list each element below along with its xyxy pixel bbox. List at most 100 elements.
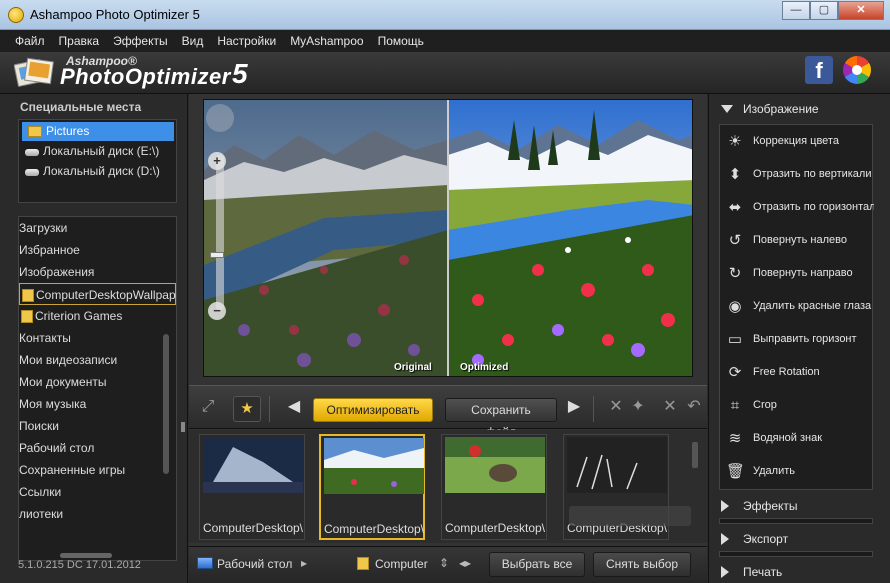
section-print-header[interactable]: Печать (709, 559, 890, 583)
tool-rotate-left[interactable]: ↺ Повернуть налево (720, 224, 874, 257)
tree-item-label: Контакты (19, 331, 71, 345)
thumbnail-scrollbar[interactable] (692, 442, 698, 468)
menu-bar: Файл Правка Эффекты Вид Настройки MyAsha… (0, 30, 890, 52)
menu-myashampoo[interactable]: MyAshampoo (283, 30, 370, 52)
tree-item[interactable]: Мои документы (19, 371, 176, 393)
thumbnail[interactable]: ComputerDesktop\ (199, 434, 305, 540)
place-disk-e[interactable]: Локальный диск (E:\) (19, 142, 176, 161)
tool-rotate-right[interactable]: ↻ Повернуть направо (720, 257, 874, 290)
brand-name: PhotoOptimizer (60, 64, 231, 89)
tool-label: Отразить по горизонтали (753, 201, 874, 213)
arrow-right-icon[interactable]: ▶ (565, 398, 583, 416)
close-button[interactable]: ✕ (838, 1, 884, 20)
original-label: Original (394, 362, 432, 373)
tool-free-rotation[interactable]: ⟳ Free Rotation (720, 356, 874, 389)
menu-file[interactable]: Файл (8, 30, 52, 52)
tree-item[interactable]: Сохраненные игры (19, 459, 176, 481)
thumbnail[interactable]: ComputerDesktop\ (441, 434, 547, 540)
thumbnail-strip: ComputerDesktop\ ComputerDesktop\ Comput… (189, 430, 707, 543)
tree-item[interactable]: Изображения (19, 261, 176, 283)
tree-item[interactable]: лиотеки (19, 503, 176, 525)
tool-watermark[interactable]: ≋ Водяной знак (720, 422, 874, 455)
menu-help[interactable]: Помощь (371, 30, 431, 52)
window-title: Ashampoo Photo Optimizer 5 (30, 7, 200, 22)
tree-item[interactable]: Ссылки (19, 481, 176, 503)
tree-item-label: Рабочий стол (19, 441, 95, 455)
discard-all-icon[interactable]: ✦ (629, 398, 647, 416)
rotate-left-icon: ↺ (728, 232, 742, 249)
panel-splitter[interactable] (181, 422, 185, 432)
pan-control[interactable] (206, 104, 234, 132)
tree-item[interactable]: Поиски (19, 415, 176, 437)
section-effects-header[interactable]: Эффекты (709, 493, 890, 519)
tree-item-selected[interactable]: ComputerDesktopWallpape (19, 283, 176, 305)
compare-divider[interactable] (447, 100, 449, 376)
place-pictures[interactable]: Pictures (22, 122, 174, 141)
breadcrumb-arrow-icon[interactable]: ▸ (301, 556, 307, 570)
place-disk-d[interactable]: Локальный диск (D:\) (19, 162, 176, 181)
tool-delete[interactable]: 🗑 Удалить (720, 455, 874, 488)
tool-color-correction[interactable]: ☀ Коррекция цвета (720, 125, 874, 158)
menu-edit[interactable]: Правка (52, 30, 107, 52)
eye-icon: ◉ (728, 298, 742, 315)
section-image-header[interactable]: Изображение (709, 96, 890, 122)
zoom-out-button[interactable]: − (208, 302, 226, 320)
spin-arrows-icon[interactable]: ⇕ (439, 556, 449, 570)
chevron-right-icon (721, 566, 729, 578)
bottom-bar: Рабочий стол ▸ Computer ⇕ ◂▸ Выбрать все… (189, 546, 707, 583)
breadcrumb-desktop[interactable]: Рабочий стол (217, 557, 292, 571)
tool-crop[interactable]: ⌗ Crop (720, 389, 874, 422)
deselect-button[interactable]: Снять выбор (593, 552, 691, 577)
minimize-button[interactable]: — (782, 1, 810, 20)
fullscreen-icon[interactable]: ⤢ (199, 398, 217, 416)
zoom-thumb[interactable] (210, 252, 224, 258)
tree-horizontal-scrollbar[interactable] (60, 553, 112, 558)
image-preview[interactable]: Original Optimized + − (203, 99, 693, 377)
picasa-icon[interactable] (843, 56, 871, 84)
tree-item[interactable]: Рабочий стол (19, 437, 176, 459)
tree-item[interactable]: Контакты (19, 327, 176, 349)
thumbnail-size-slider[interactable] (569, 506, 691, 526)
tool-flip-vertical[interactable]: ⬍ Отразить по вертикали (720, 158, 874, 191)
app-icon (8, 7, 24, 23)
tree-item[interactable]: Мои видеозаписи (19, 349, 176, 371)
save-file-button[interactable]: Сохранить файл (445, 398, 557, 439)
thumbnail-selected[interactable]: ComputerDesktop\ (319, 434, 425, 540)
menu-effects[interactable]: Эффекты (106, 30, 175, 52)
section-export-header[interactable]: Экспорт (709, 526, 890, 552)
delete-icon[interactable]: ✕ (661, 398, 679, 416)
tree-item[interactable]: Criterion Games (19, 305, 176, 327)
place-label: Локальный диск (E:\) (43, 144, 160, 158)
tree-item[interactable]: Загрузки (19, 217, 176, 239)
optimize-button[interactable]: Оптимизировать (313, 398, 433, 422)
logo-icon (14, 57, 54, 88)
zoom-slider[interactable] (216, 155, 224, 310)
zoom-in-button[interactable]: + (208, 152, 226, 170)
tree-item-label: Мои документы (19, 375, 107, 389)
left-panel: Специальные места Pictures Локальный дис… (0, 94, 188, 583)
section-export-label: Экспорт (743, 532, 789, 546)
section-print-label: Печать (743, 565, 783, 579)
places-title: Специальные места (20, 100, 142, 114)
image-tools-list: ☀ Коррекция цвета ⬍ Отразить по вертикали … (719, 124, 874, 490)
tool-straighten-horizon[interactable]: ▭ Выправить горизонт (720, 323, 874, 356)
tree-item[interactable]: Избранное (19, 239, 176, 261)
breadcrumb-folder[interactable]: Computer (375, 557, 428, 571)
maximize-button[interactable]: ▢ (810, 1, 838, 20)
thumbnail-image (567, 437, 667, 493)
facebook-icon[interactable]: f (805, 56, 833, 84)
tree-item[interactable]: Моя музыка (19, 393, 176, 415)
undo-icon[interactable]: ↶ (685, 398, 703, 416)
menu-view[interactable]: Вид (175, 30, 211, 52)
tool-flip-horizontal[interactable]: ⬌ Отразить по горизонтали (720, 191, 874, 224)
view-toggle-icon[interactable]: ◂▸ (459, 556, 471, 570)
arrow-left-icon[interactable]: ◀ (285, 398, 303, 416)
menu-settings[interactable]: Настройки (210, 30, 283, 52)
tool-red-eye[interactable]: ◉ Удалить красные глаза (720, 290, 874, 323)
auto-optimize-star-button[interactable]: ★ (233, 396, 261, 422)
app-header: Ashampoo® PhotoOptimizer 5 f (0, 52, 890, 94)
select-all-button[interactable]: Выбрать все (489, 552, 585, 577)
folder-icon (21, 310, 33, 323)
tree-scrollbar[interactable] (163, 334, 169, 474)
discard-icon[interactable]: ✕ (607, 398, 625, 416)
